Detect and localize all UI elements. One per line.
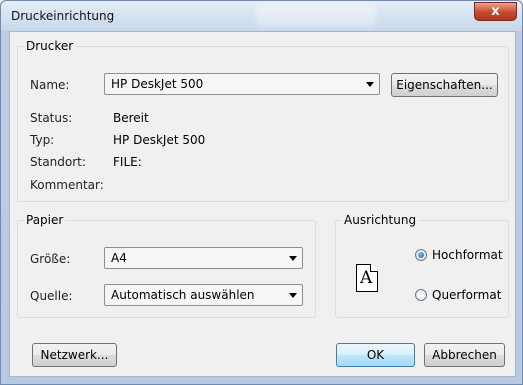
printer-name-value: HP DeskJet 500 (111, 77, 204, 91)
paper-group-label: Papier (26, 213, 64, 227)
print-setup-window: Druckeinrichtung x Drucker Name: HP Desk… (0, 0, 523, 385)
properties-button[interactable]: Eigenschaften... (391, 73, 498, 97)
portrait-page-icon: A (356, 264, 378, 292)
radio-portrait-label[interactable]: Hochformat (432, 248, 503, 262)
network-button[interactable]: Netzwerk... (32, 343, 117, 367)
paper-size-select[interactable]: A4 (104, 247, 303, 269)
dialog-content: Drucker Name: HP DeskJet 500 Eigenschaft… (9, 31, 516, 377)
paper-source-label: Quelle: (30, 289, 73, 303)
orientation-group-label: Ausrichtung (344, 213, 417, 227)
status-value: Bereit (113, 111, 149, 125)
window-title: Druckeinrichtung (11, 9, 115, 23)
close-button[interactable]: x (474, 2, 517, 21)
title-bar[interactable]: Druckeinrichtung x (1, 1, 522, 31)
radio-portrait-indicator[interactable] (415, 249, 427, 261)
chevron-down-icon (289, 256, 297, 261)
close-icon: x (491, 4, 500, 19)
printer-name-select[interactable]: HP DeskJet 500 (104, 73, 380, 95)
background-ghost (256, 5, 376, 27)
ok-button[interactable]: OK (336, 343, 415, 367)
location-value: FILE: (113, 155, 142, 169)
paper-size-value: A4 (111, 251, 127, 265)
paper-size-label: Größe: (30, 252, 71, 266)
comment-label: Kommentar: (30, 178, 104, 192)
radio-landscape-label[interactable]: Querformat (432, 288, 501, 302)
status-label: Status: (30, 111, 73, 125)
chevron-down-icon (366, 82, 374, 87)
radio-landscape[interactable]: Querformat (415, 288, 501, 302)
chevron-down-icon (289, 293, 297, 298)
type-value: HP DeskJet 500 (113, 133, 206, 147)
paper-source-select[interactable]: Automatisch auswählen (104, 284, 303, 306)
location-label: Standort: (30, 155, 86, 169)
orientation-glyph: A (360, 268, 373, 288)
radio-landscape-indicator[interactable] (415, 289, 427, 301)
printer-group-label: Drucker (26, 39, 74, 53)
paper-source-value: Automatisch auswählen (111, 288, 255, 302)
radio-portrait[interactable]: Hochformat (415, 248, 503, 262)
printer-name-label: Name: (30, 78, 70, 92)
type-label: Typ: (30, 133, 55, 147)
cancel-button[interactable]: Abbrechen (424, 343, 505, 367)
